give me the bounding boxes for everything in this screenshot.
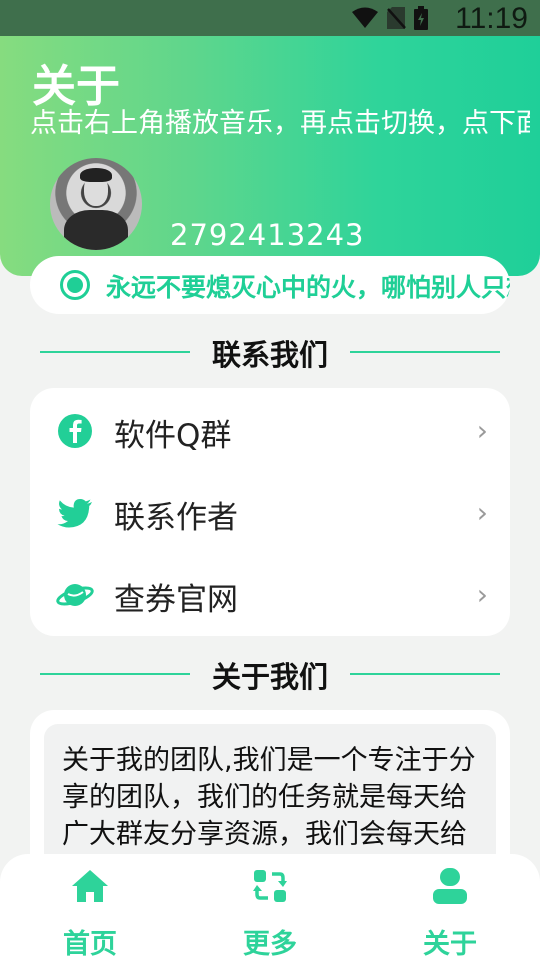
- chevron-right-icon: ›: [476, 578, 488, 611]
- divider: [350, 673, 500, 675]
- status-icons: [352, 6, 428, 30]
- chevron-right-icon: ›: [476, 496, 488, 529]
- contact-item-website[interactable]: 查券官网 ›: [30, 554, 510, 634]
- divider: [350, 351, 500, 353]
- refresh-icon: [253, 870, 287, 902]
- motto-text: 永远不要熄灭心中的火，哪怕别人只想来烤烤手: [106, 273, 510, 302]
- motto-banner: 永远不要熄灭心中的火，哪怕别人只想来烤烤手: [30, 256, 510, 314]
- no-sim-icon: [387, 7, 406, 29]
- nav-home[interactable]: 首页: [30, 866, 150, 960]
- battery-icon: [414, 6, 428, 30]
- page-title: 关于: [32, 61, 120, 112]
- bottom-navigation: 首页 更多 关于: [0, 854, 540, 960]
- status-time: 11:19: [455, 2, 528, 35]
- chevron-right-icon: ›: [476, 414, 488, 447]
- nav-label: 首页: [63, 929, 117, 960]
- contact-item-qq-group[interactable]: 软件Q群 ›: [30, 390, 510, 470]
- nav-more[interactable]: 更多: [210, 866, 330, 960]
- home-icon: [72, 870, 108, 902]
- twitter-icon: [57, 499, 92, 528]
- status-bar: 11:19: [0, 0, 540, 36]
- about-section-heading: 关于我们: [40, 654, 500, 694]
- planet-icon: [56, 584, 94, 606]
- contact-item-label: 查券官网: [114, 582, 238, 618]
- avatar[interactable]: [50, 158, 142, 250]
- contact-item-author[interactable]: 联系作者 ›: [30, 472, 510, 552]
- contact-item-label: 联系作者: [114, 500, 238, 536]
- contact-card: 软件Q群 › 联系作者 › 查券官网 ›: [30, 388, 510, 636]
- profile-header: 关于 点击右上角播放音乐，再点击切换，点下面头像停止 2792413243: [0, 36, 540, 276]
- nav-label: 关于: [423, 929, 477, 960]
- nav-label: 更多: [243, 929, 297, 960]
- nav-about[interactable]: 关于: [390, 866, 510, 960]
- wifi-icon: [352, 7, 378, 28]
- user-icon: [433, 868, 467, 904]
- facebook-icon: [58, 414, 92, 448]
- contact-heading-label: 联系我们: [211, 338, 328, 372]
- radio-dot-icon: [60, 270, 90, 300]
- contact-section-heading: 联系我们: [40, 332, 500, 372]
- about-heading-label: 关于我们: [211, 660, 328, 694]
- qq-number: 2792413243: [170, 218, 365, 252]
- contact-item-label: 软件Q群: [114, 418, 232, 454]
- header-description: 点击右上角播放音乐，再点击切换，点下面头像停止: [30, 108, 530, 139]
